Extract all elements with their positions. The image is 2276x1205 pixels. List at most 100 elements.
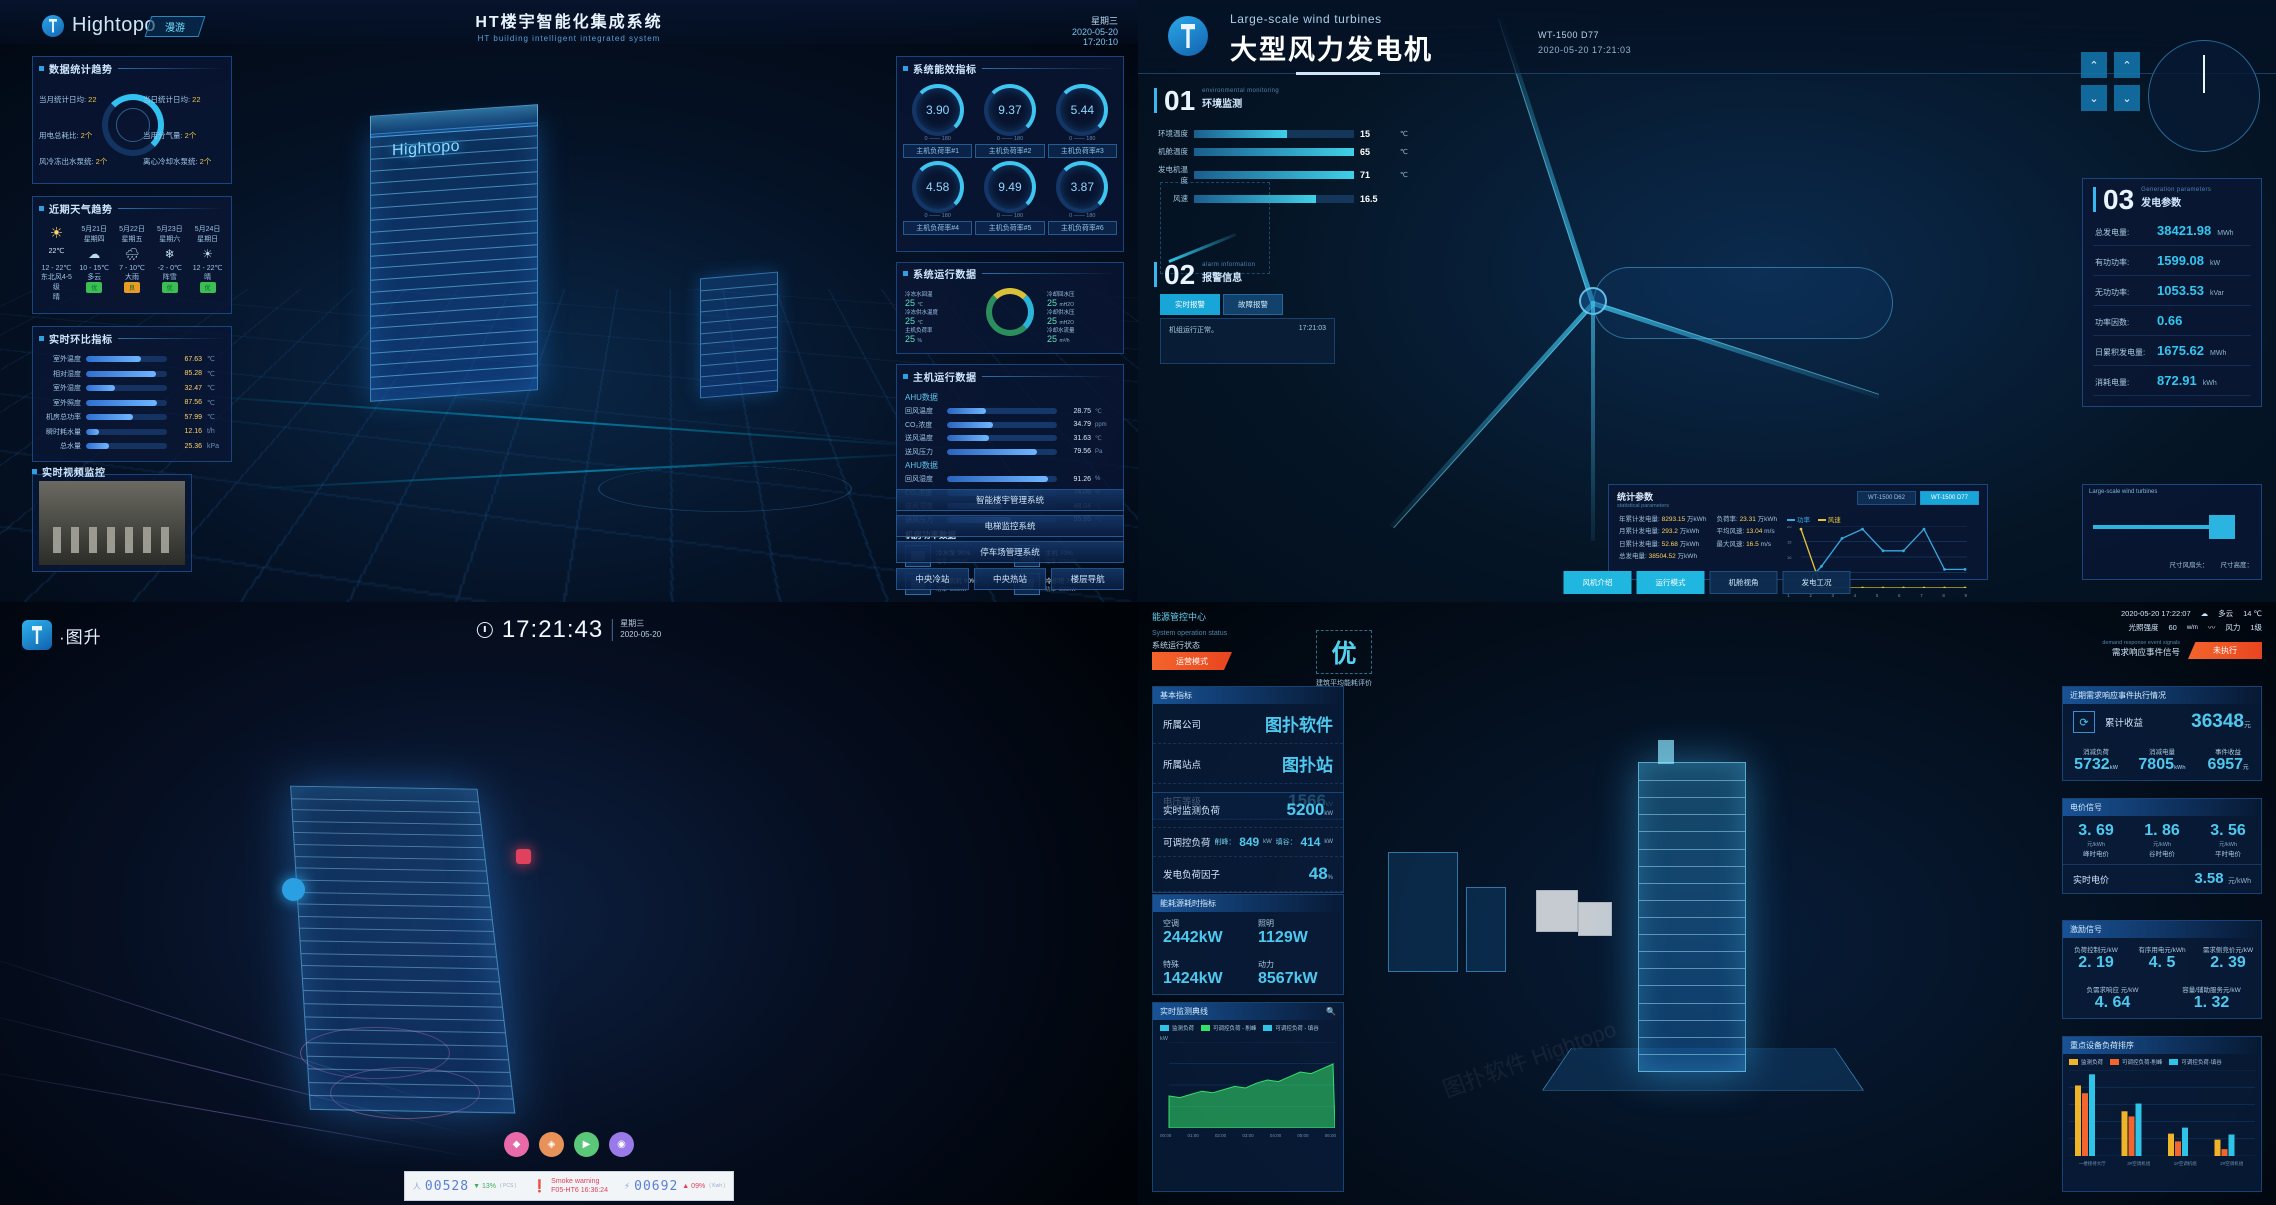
stat-line: 年累计发电量: 8293.15 万kWh (1619, 516, 1707, 523)
kpi-gauge[interactable]: 9.49 0 —— 180 主机负荷率#5 (975, 161, 1045, 235)
clock-icon (476, 622, 493, 638)
event-status-button[interactable]: 未执行 (2188, 642, 2262, 659)
main-tower-model[interactable] (370, 122, 538, 402)
floor-line (701, 347, 777, 356)
nav-button[interactable]: 停车场管理系统 (896, 541, 1124, 563)
pill-button[interactable]: ▶ (574, 1132, 599, 1157)
white-cube-a (1536, 890, 1578, 932)
kpi-gauge[interactable]: 4.58 0 —— 180 主机负荷率#4 (903, 161, 973, 235)
camera-feed[interactable] (39, 481, 185, 565)
floor-line (299, 915, 492, 921)
turbine-tab[interactable]: WT-1500 D77 (1919, 491, 1979, 505)
floor-line (1639, 814, 1745, 816)
people-icon: 人 (412, 1181, 421, 1191)
env-row: 总水量 25.36 kPa (60, 442, 220, 451)
floor-line (1639, 865, 1745, 867)
legend-item: 监测负荷 (1160, 1024, 1194, 1032)
kpi-gauge[interactable]: 3.87 0 —— 180 主机负荷率#6 (1047, 161, 1117, 235)
low-building-a[interactable] (1388, 852, 1458, 972)
legend-item: 可调控负荷-填谷 (2169, 1058, 2222, 1066)
wire-shaft (2093, 525, 2213, 529)
marker-red-icon[interactable] (516, 849, 531, 864)
nav-button[interactable]: 电梯监控系统 (896, 515, 1124, 537)
nav-button-small[interactable]: 中央热站 (973, 568, 1047, 590)
kpi-gauge[interactable]: 9.37 0 —— 180 主机负荷率#2 (975, 84, 1045, 158)
floor-line (1639, 934, 1745, 936)
floor-line (1639, 882, 1745, 884)
marker-blue-icon[interactable] (282, 878, 305, 901)
section-03: 03 Generation parameters 发电参数 (2093, 185, 2251, 214)
floor-line (309, 1081, 512, 1087)
floor-line (701, 337, 777, 345)
turbine-selector-tabs[interactable]: WT-1500 D62 WT-1500 D77 (1856, 491, 1979, 505)
mode-button[interactable]: 机舱视角 (1709, 571, 1778, 594)
runtime-donut (986, 288, 1034, 336)
x-tick: 05:00 (1297, 1133, 1309, 1138)
load-row: 发电负荷因子 48% (1153, 857, 1343, 892)
pill-button[interactable]: ◉ (609, 1132, 634, 1157)
nav-button-small[interactable]: 中央冷站 (896, 568, 969, 590)
price-tier: 1. 86 元/kWh 谷时电价 (2144, 822, 2180, 858)
mode-button[interactable]: 风机介绍 (1563, 571, 1632, 594)
nav-button-small[interactable]: 楼层导航 (1051, 568, 1124, 590)
stat-line: 最大风速: 16.5 m/s (1716, 540, 1771, 548)
roam-button[interactable]: 漫游 (144, 16, 206, 37)
floor-line (302, 977, 500, 983)
alarm-tab[interactable]: 故障报警 (1223, 294, 1283, 315)
panel-camera[interactable] (32, 474, 192, 572)
zoom-down-button-2[interactable]: ⌄ (2114, 85, 2140, 111)
mode-button[interactable]: 运营模式 (1152, 652, 1232, 670)
top-weather: 多云 (2218, 609, 2234, 618)
pill-button[interactable]: ◈ (539, 1132, 564, 1157)
section-01-en: environmental monitoring (1202, 88, 1280, 94)
warning-title: Smoke warning (551, 1177, 600, 1185)
floor-line (371, 268, 537, 281)
panel-generation-params: 03 Generation parameters 发电参数 总发电量: 38421… (2082, 178, 2262, 408)
turbine-tab[interactable]: WT-1500 D62 (1856, 491, 1916, 505)
gen-row: 无功功率: 1053.53 kVar (2093, 276, 2251, 307)
header-en: Large-scale wind turbines (1230, 12, 1382, 26)
alarm-tabs[interactable]: 实时报警 故障报警 (1160, 294, 1283, 315)
mode-button[interactable]: 发电工况 (1782, 571, 1851, 594)
kpi-gauge[interactable]: 5.44 0 —— 180 主机负荷率#3 (1047, 84, 1117, 158)
zoom-up-button-1[interactable]: ⌃ (2081, 52, 2107, 78)
zoom-down-button-1[interactable]: ⌄ (2081, 85, 2107, 111)
search-icon[interactable]: 🔍 (1326, 1007, 1336, 1016)
load-rows: 实时监测负荷 5200kW 可调控负荷 削峰： 849 kW 填谷： 414 kW 发电负荷因子 4… (1153, 793, 1343, 892)
wire-title: Large-scale wind turbines (2089, 489, 2158, 495)
q3-brand-name: ·图升 (59, 627, 102, 647)
nav-button[interactable]: 智能楼宇管理系统 (896, 489, 1124, 511)
q3-brand: ·图升 (22, 620, 102, 650)
view-control-buttons[interactable]: ⌃ ⌃ ⌄ ⌄ (2081, 52, 2140, 111)
kpi-gauge[interactable]: 3.90 0 —— 180 主机负荷率#1 (903, 84, 973, 158)
status-warning[interactable]: ❗ Smoke warning F05-HT6 16:36:24 (532, 1177, 608, 1195)
floor-line (701, 358, 777, 367)
hightopo-mark-icon (42, 14, 64, 37)
floor-line (299, 928, 494, 933)
x-tick: 9 (1964, 593, 1968, 598)
q3-status-bar: 人 00528 ▼ 13% ( PCS ) ❗ Smoke warning F0… (404, 1171, 734, 1201)
grade-widget: 优 建筑平均能耗评价 (1316, 630, 1372, 688)
env-bar-row: 环境温度 15 ℃ (1158, 128, 1408, 139)
low-building-b[interactable] (1466, 887, 1506, 972)
x-tick: 04:00 (1269, 1133, 1282, 1138)
alarm-tab[interactable]: 实时报警 (1160, 294, 1220, 315)
people-unit: ( PCS ) (499, 1183, 517, 1189)
action-pill-buttons[interactable]: ◆ ◈ ▶ ◉ (504, 1132, 634, 1157)
q3-weekday: 星期三 (620, 619, 645, 629)
floor-line (306, 1042, 507, 1047)
legend-item: 功率 (1787, 514, 1810, 524)
runtime-item: 冷却回水压 25 mH2O (1047, 292, 1075, 308)
zoom-up-button-2[interactable]: ⌃ (2114, 52, 2140, 78)
floor-line (305, 1029, 506, 1034)
building-3d-model[interactable] (290, 785, 516, 1114)
panel-env-metrics: 实时环比指标 室外温度 67.63 ℃ 相对湿度 85.28 ℃ 室外湿度 32.47 ℃ 室外照… (32, 326, 232, 462)
wire-nacelle (2209, 515, 2235, 539)
secondary-building-model[interactable] (700, 271, 778, 399)
q2-bottom-buttons[interactable]: 风机介绍 运行模式 机舱视角 发电工况 (1563, 571, 1851, 594)
curve-title: 实时监测典线 (1160, 1007, 1208, 1016)
main-tower-3d[interactable] (1638, 762, 1746, 1072)
mode-button[interactable]: 运行模式 (1636, 571, 1705, 594)
curve-legend: 监测负荷 可调控负荷 - 削峰 可调控负荷 - 填谷 (1153, 1020, 1343, 1036)
pill-button[interactable]: ◆ (504, 1132, 529, 1157)
